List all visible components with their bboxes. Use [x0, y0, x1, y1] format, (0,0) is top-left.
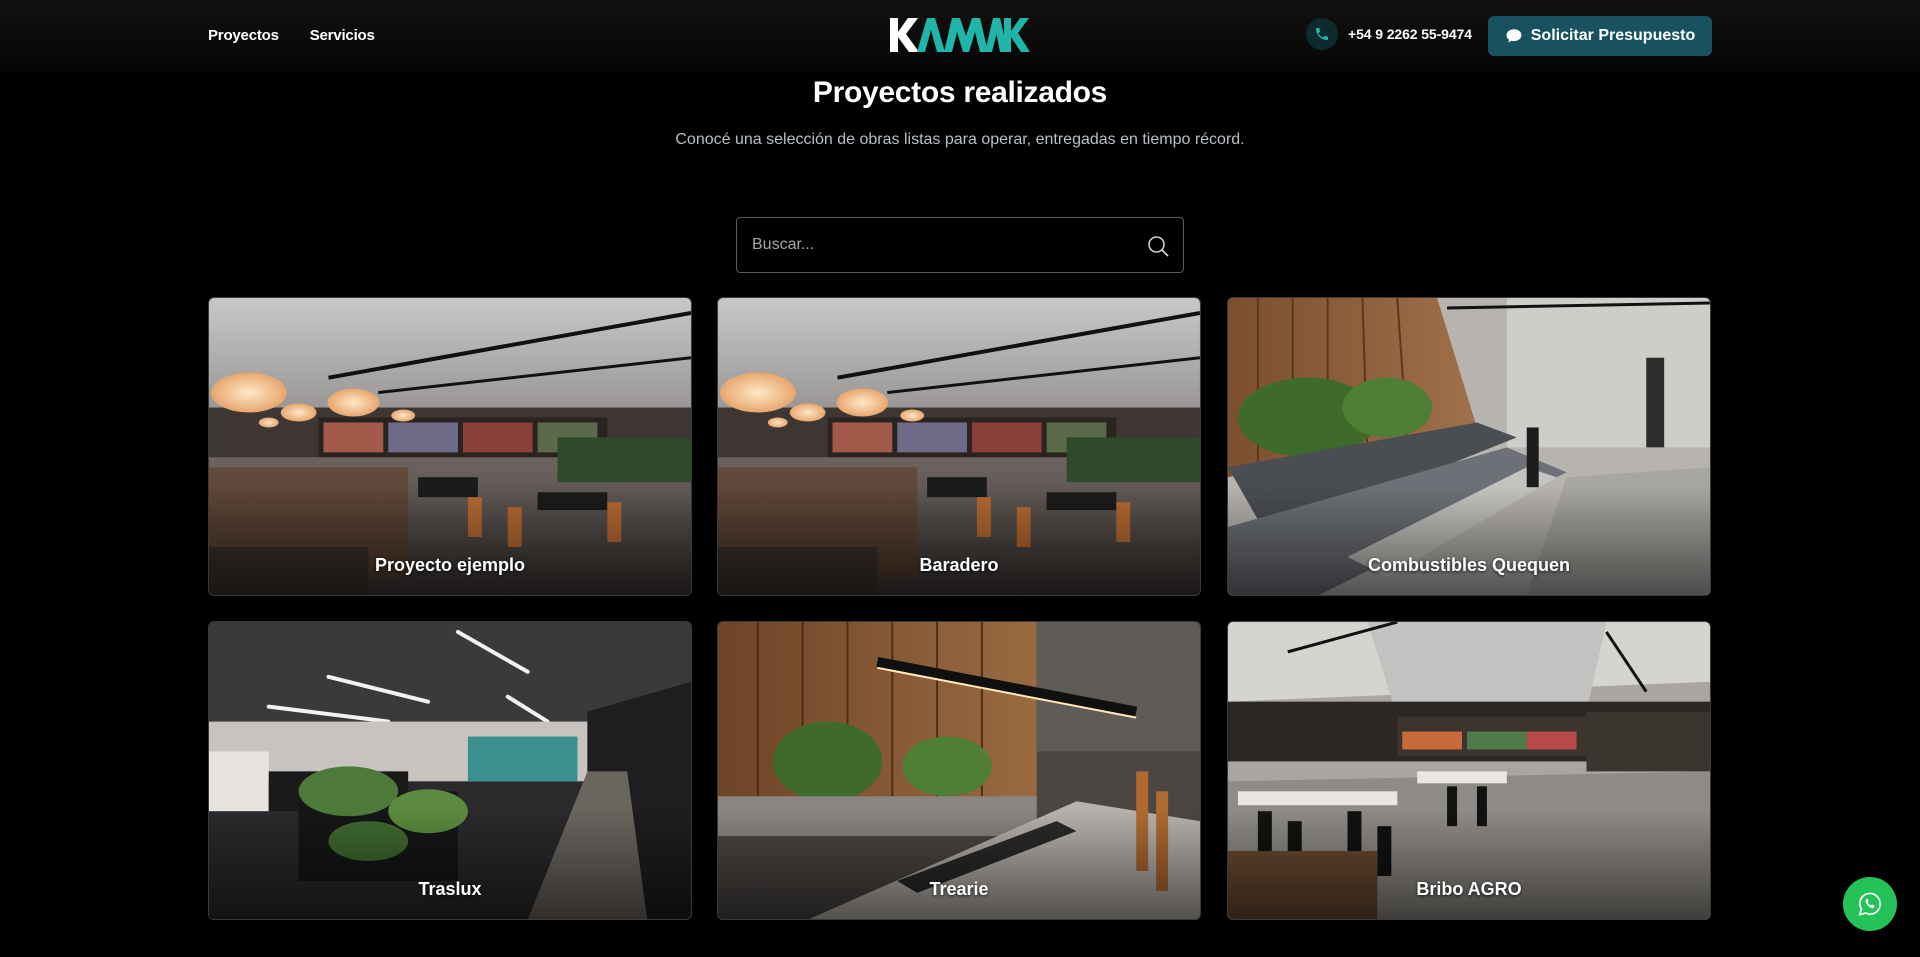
- project-card[interactable]: Traslux: [208, 621, 692, 920]
- request-quote-button[interactable]: Solicitar Presupuesto: [1488, 16, 1712, 56]
- card-shade: [718, 809, 1200, 919]
- site-header: Proyectos Servicios +54 9 2262 55-9474 S…: [0, 0, 1920, 72]
- request-quote-label: Solicitar Presupuesto: [1530, 27, 1696, 44]
- project-name: Baradero: [919, 555, 999, 575]
- main-nav: Proyectos Servicios: [208, 27, 375, 44]
- search-icon[interactable]: [1146, 234, 1170, 258]
- phone-icon: [1306, 18, 1338, 50]
- project-card[interactable]: Baradero: [717, 297, 1201, 596]
- project-name: Bribo AGRO: [1416, 879, 1522, 899]
- search-box: [736, 217, 1184, 273]
- project-card[interactable]: Proyecto ejemplo: [208, 297, 692, 596]
- chat-bubble-icon: [1506, 29, 1522, 43]
- project-card[interactable]: Trearie: [717, 621, 1201, 920]
- project-name: Trearie: [929, 879, 989, 899]
- card-shade: [1228, 809, 1710, 919]
- nav-link-servicios[interactable]: Servicios: [310, 27, 375, 44]
- card-shade: [209, 809, 691, 919]
- project-card[interactable]: Bribo AGRO: [1227, 621, 1711, 920]
- card-shade: [718, 485, 1200, 595]
- project-name: Traslux: [418, 879, 482, 899]
- whatsapp-icon: [1858, 892, 1881, 916]
- project-name: Proyecto ejemplo: [374, 555, 526, 575]
- kamak-logo[interactable]: [888, 14, 1032, 56]
- page-subtitle: Conocé una selección de obras listas par…: [675, 131, 1245, 148]
- nav-link-proyectos[interactable]: Proyectos: [208, 27, 279, 44]
- phone-contact[interactable]: +54 9 2262 55-9474: [1306, 18, 1472, 50]
- project-card[interactable]: Combustibles Quequen: [1227, 297, 1711, 596]
- search-input[interactable]: [737, 218, 1183, 272]
- whatsapp-button[interactable]: [1843, 877, 1897, 931]
- card-shade: [209, 485, 691, 595]
- project-name: Combustibles Quequen: [1367, 555, 1571, 575]
- phone-number[interactable]: +54 9 2262 55-9474: [1348, 26, 1472, 42]
- card-shade: [1228, 485, 1710, 595]
- page-title: Proyectos realizados: [812, 76, 1108, 109]
